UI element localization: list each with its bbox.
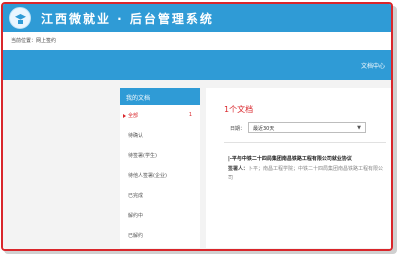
document-title[interactable]: |-平与中铁二十四局集团南昌铁路工程有限公司就业协议	[228, 155, 352, 162]
doc-count: 1个文档	[224, 105, 254, 114]
sidebar-item-pending-confirm[interactable]: 待确认	[120, 125, 200, 145]
sidebar-item-terminating[interactable]: 解约中	[120, 205, 200, 225]
chevron-down-icon: ▼	[357, 125, 361, 131]
sidebar-item-count: 1	[188, 112, 192, 118]
document-signers: 签署人：卜平；南昌工程学院；中铁二十四局集团南昌铁路工程有限公司	[228, 165, 388, 183]
app-header: 江西微就业 · 后台管理系统	[3, 4, 391, 32]
sidebar-heading: 我的文档	[120, 88, 200, 105]
doc-center-link[interactable]: 文档中心	[361, 61, 385, 70]
sidebar-item-label: 待确认	[128, 133, 144, 139]
sidebar-item-label: 全部	[128, 113, 139, 119]
sidebar-item-label: 已解约	[128, 233, 144, 239]
date-filter-value: 最近30天	[253, 126, 275, 132]
sidebar-item-all[interactable]: 全部 1	[120, 105, 200, 125]
screenshot-frame: 江西微就业 · 后台管理系统 当前位置：网上签约 文档中心 我的文档 全部 1 …	[1, 2, 393, 251]
doc-sidebar: 我的文档 全部 1 待确认 待签署(学生) 待他人签署(企业) 已完成 解约中 …	[120, 88, 200, 248]
sidebar-item-completed[interactable]: 已完成	[120, 185, 200, 205]
breadcrumb-prefix: 当前位置：	[11, 38, 37, 44]
content-area: 我的文档 全部 1 待确认 待签署(学生) 待他人签署(企业) 已完成 解约中 …	[3, 80, 391, 249]
graduation-cap-icon	[9, 7, 31, 29]
date-filter-label: 日期：	[230, 126, 246, 132]
sidebar-item-label: 已完成	[128, 193, 144, 199]
signers-value: 卜平；南昌工程学院；中铁二十四局集团南昌铁路工程有限公司	[228, 166, 384, 181]
divider	[224, 142, 386, 143]
signers-label: 签署人：	[228, 166, 249, 172]
breadcrumb-current[interactable]: 网上签约	[36, 38, 56, 44]
sidebar-item-pending-others[interactable]: 待他人签署(企业)	[120, 165, 200, 185]
sidebar-item-pending-student[interactable]: 待签署(学生)	[120, 145, 200, 165]
breadcrumb: 当前位置：网上签约	[11, 37, 56, 44]
section-banner: 文档中心	[3, 50, 391, 80]
date-filter-select[interactable]: 最近30天 ▼	[248, 122, 366, 133]
sidebar-item-label: 待签署(学生)	[128, 153, 157, 159]
sidebar-item-terminated[interactable]: 已解约	[120, 225, 200, 245]
sidebar-item-label: 解约中	[128, 213, 144, 219]
sidebar-item-label: 待他人签署(企业)	[128, 173, 167, 179]
app-title: 江西微就业 · 后台管理系统	[41, 12, 214, 26]
doc-main-panel: 1个文档 日期： 最近30天 ▼ |-平与中铁二十四局集团南昌铁路工程有限公司就…	[206, 88, 391, 248]
